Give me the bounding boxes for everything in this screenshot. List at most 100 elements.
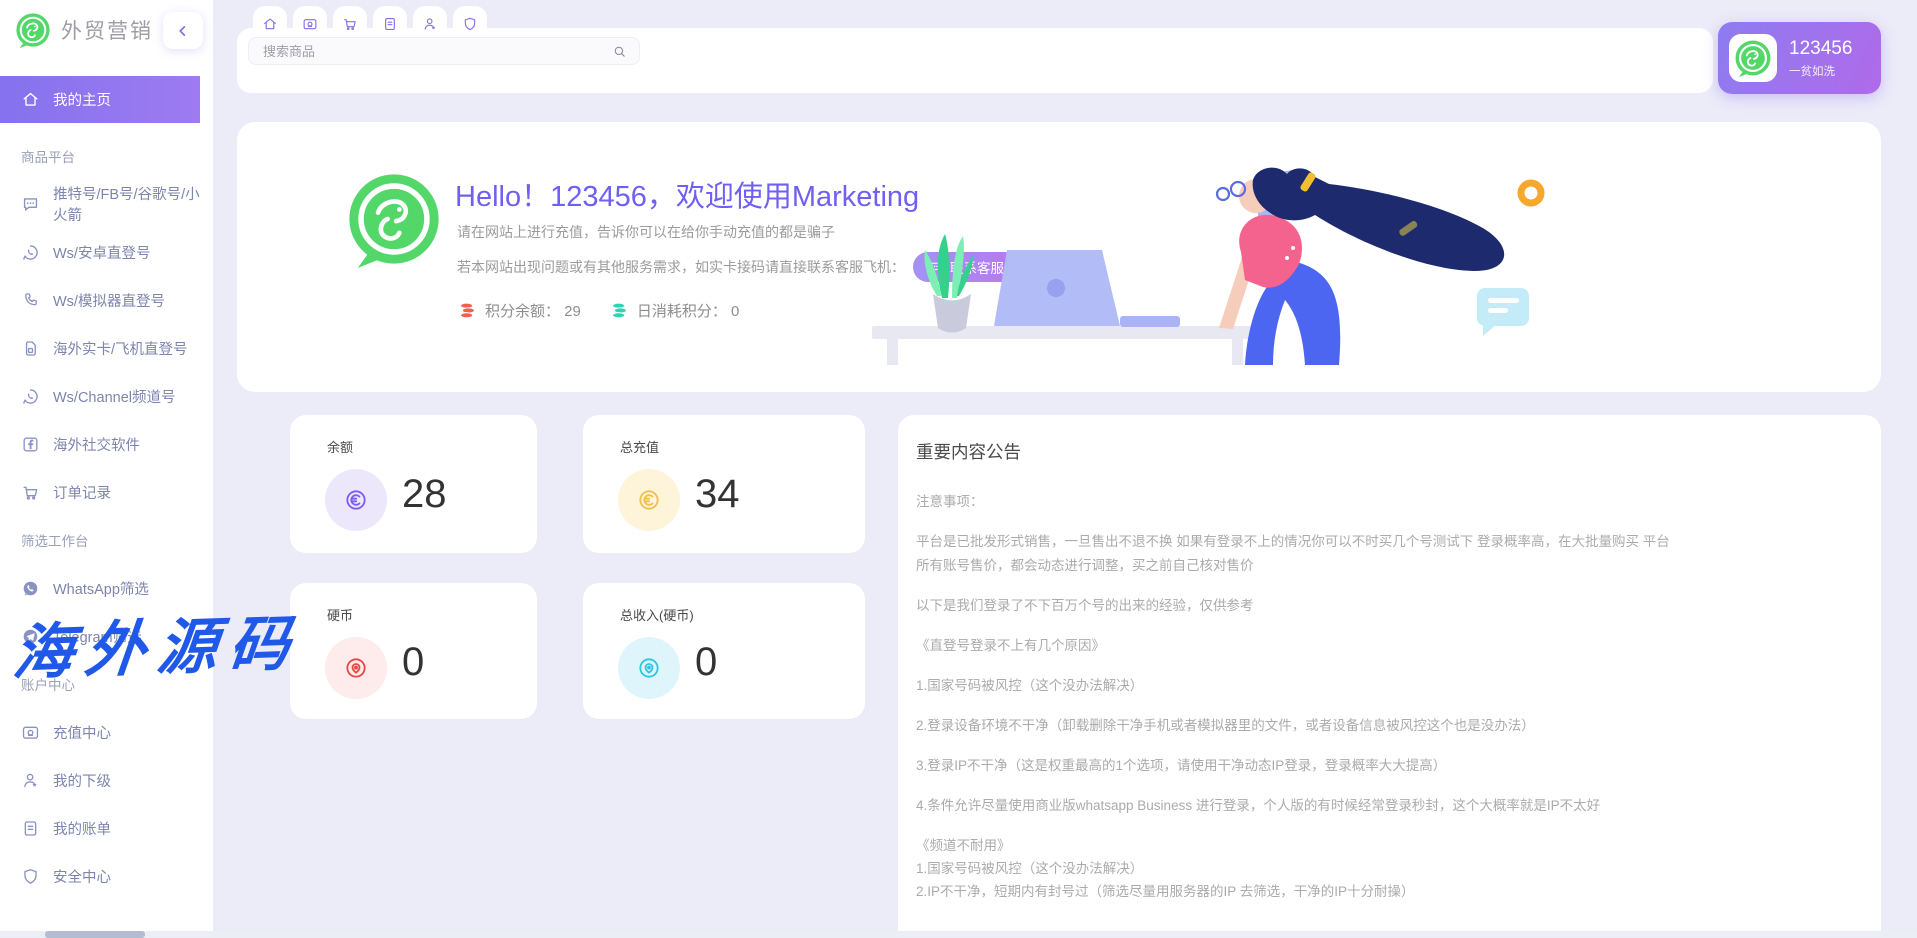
announcement-paragraph: 《直登号登录不上有几个原因》 <box>916 634 1671 658</box>
announcement-paragraph: 2.IP不干净，短期内有封号过（筛选尽量用服务器的IP 去筛选，干净的IP十分耐… <box>916 880 1671 903</box>
bill-icon <box>21 819 40 838</box>
dragon-logo-icon <box>14 11 52 49</box>
dragon-avatar <box>343 168 445 270</box>
sim-icon <box>21 339 40 358</box>
telegram-icon <box>21 627 40 646</box>
points-row: 积分余额： 29 日消耗积分： 0 <box>457 300 739 321</box>
shield-icon <box>21 867 40 886</box>
top-tab-cart[interactable] <box>333 6 367 36</box>
announcement-paragraph: 3.登录IP不干净（这是权重最高的1个选项，请使用干净动态IP登录，登录概率大大… <box>916 754 1671 778</box>
sidebar-item[interactable]: WhatsApp筛选 <box>0 564 213 612</box>
sidebar-item[interactable]: Ws/安卓直登号 <box>0 228 213 276</box>
chevron-left-icon <box>174 22 192 40</box>
sidebar-item-label: Ws/模拟器直登号 <box>53 290 165 311</box>
top-tab-wallet[interactable] <box>293 6 327 36</box>
phone-icon <box>21 291 40 310</box>
top-tab-bill[interactable] <box>373 6 407 36</box>
announcement-panel: 重要内容公告 注意事项： 平台是已批发形式销售，一旦售出不退不换 如果有登录不上的… <box>898 415 1881 938</box>
user-chip[interactable]: 123456 一贫如洗 <box>1718 22 1881 94</box>
announcement-body: 注意事项： 平台是已批发形式销售，一旦售出不退不换 如果有登录不上的情况你可以不时… <box>916 490 1671 903</box>
search-bar <box>248 37 640 65</box>
coins-icon <box>609 300 630 321</box>
announcement-paragraph: 1.国家号码被风控（这个没办法解决） <box>916 674 1671 698</box>
search-input[interactable] <box>249 44 612 59</box>
sidebar-item-home[interactable]: 我的主页 <box>0 76 200 123</box>
top-tab-shield[interactable] <box>453 6 487 36</box>
sidebar-item[interactable]: Ws/Channel频道号 <box>0 372 213 420</box>
announcement-paragraph: 平台是已批发形式销售，一旦售出不退不换 如果有登录不上的情况你可以不时买几个号测… <box>916 530 1671 578</box>
user-star-icon <box>422 16 438 32</box>
euro-coin-icon <box>618 469 680 531</box>
cart-icon <box>342 16 358 32</box>
sidebar-item-label: Telegram筛选 <box>53 626 142 647</box>
points-label: 积分余额： 29 <box>485 300 581 321</box>
sidebar-section-header: 账户中心 <box>0 660 213 708</box>
sidebar-item[interactable]: Telegram筛选 <box>0 612 213 660</box>
sidebar-item-label: Ws/安卓直登号 <box>53 242 150 263</box>
announcement-title: 重要内容公告 <box>916 439 1671 464</box>
search-icon[interactable] <box>612 44 627 59</box>
horizontal-scrollbar-thumb[interactable] <box>45 931 145 938</box>
stat-card-label: 余额 <box>327 437 353 456</box>
sidebar-item[interactable]: 我的账单 <box>0 804 213 852</box>
top-tab-user-star[interactable] <box>413 6 447 36</box>
announcement-paragraph: 4.条件允许尽量使用商业版whatsapp Business 进行登录，个人版的… <box>916 794 1671 818</box>
sidebar-item[interactable]: 充值中心 <box>0 708 213 756</box>
sidebar-item[interactable]: 推特号/FB号/谷歌号/小火箭 <box>0 180 213 228</box>
whatsapp-icon <box>21 243 40 262</box>
bill-icon <box>382 16 398 32</box>
stat-card-value: 28 <box>402 472 447 517</box>
sidebar-item[interactable]: 订单记录 <box>0 468 213 516</box>
sidebar-item[interactable]: 海外社交软件 <box>0 420 213 468</box>
app-title: 外贸营销 <box>61 15 153 45</box>
coin-pin-icon <box>618 637 680 699</box>
laptop <box>994 250 1180 327</box>
announcement-paragraph: 1.国家号码被风控（这个没办法解决） <box>916 857 1671 880</box>
orange-ring <box>1521 183 1541 203</box>
welcome-title: Hello！123456，欢迎使用Marketing <box>455 173 919 215</box>
stat-card: 总充值34 <box>583 415 865 553</box>
sidebar-item[interactable]: 安全中心 <box>0 852 213 900</box>
points-item: 积分余额： 29 <box>457 300 581 321</box>
points-item: 日消耗积分： 0 <box>609 300 740 321</box>
sidebar-item[interactable]: Ws/模拟器直登号 <box>0 276 213 324</box>
cart-icon <box>21 483 40 502</box>
stat-card: 余额 28 <box>290 415 537 553</box>
sidebar-collapse-button[interactable] <box>163 12 203 49</box>
sidebar-item-label: WhatsApp筛选 <box>53 578 149 599</box>
chat-bubble-shape <box>1477 288 1529 336</box>
sidebar-item-label: 我的账单 <box>53 818 111 839</box>
welcome-banner: Hello！123456，欢迎使用Marketing 请在网站上进行充值，告诉你… <box>237 122 1881 392</box>
plant <box>925 234 974 333</box>
euro-coin-icon <box>325 469 387 531</box>
top-header-bar <box>237 28 1713 93</box>
sidebar-section-header: 筛选工作台 <box>0 516 213 564</box>
stat-card-value: 0 <box>402 640 424 685</box>
user-subtitle: 一贫如洗 <box>1789 63 1852 79</box>
sidebar-item[interactable]: 海外实卡/飞机直登号 <box>0 324 213 372</box>
top-tabs <box>253 6 487 36</box>
chat-icon <box>21 195 40 214</box>
sidebar-item-label: 海外实卡/飞机直登号 <box>53 338 188 359</box>
stat-card-value: 34 <box>695 472 740 517</box>
sidebar-menu: 商品平台推特号/FB号/谷歌号/小火箭Ws/安卓直登号Ws/模拟器直登号海外实卡… <box>0 132 213 900</box>
sidebar-item-label: 充值中心 <box>53 722 111 743</box>
stat-card-value: 0 <box>695 640 717 685</box>
facebook-icon <box>21 435 40 454</box>
wallet-icon <box>302 16 318 32</box>
top-tab-home[interactable] <box>253 6 287 36</box>
announcement-paragraph: 《频道不耐用》 <box>916 834 1671 857</box>
announcement-paragraph: 注意事项： <box>916 490 1671 514</box>
sidebar-item[interactable]: 我的下级 <box>0 756 213 804</box>
whatsapp-filled-icon <box>21 579 40 598</box>
stat-card: 总收入(硬币)0 <box>583 583 865 719</box>
sidebar-item-label: 我的下级 <box>53 770 111 791</box>
home-icon <box>21 90 40 109</box>
announcement-paragraph: 2.登录设备环境不干净（卸载删除干净手机或者模拟器里的文件，或者设备信息被风控这… <box>916 714 1671 738</box>
sidebar-item-label: 海外社交软件 <box>53 434 140 455</box>
shield-icon <box>462 16 478 32</box>
horizontal-scrollbar <box>0 931 1917 938</box>
sidebar: 外贸营销 我的主页 商品平台推特号/FB号/谷歌号/小火箭Ws/安卓直登号Ws/… <box>0 0 213 938</box>
welcome-line1: 请在网站上进行充值，告诉你可以在给你手动充值的都是骗子 <box>457 222 835 242</box>
sidebar-item-label: Ws/Channel频道号 <box>53 386 175 407</box>
